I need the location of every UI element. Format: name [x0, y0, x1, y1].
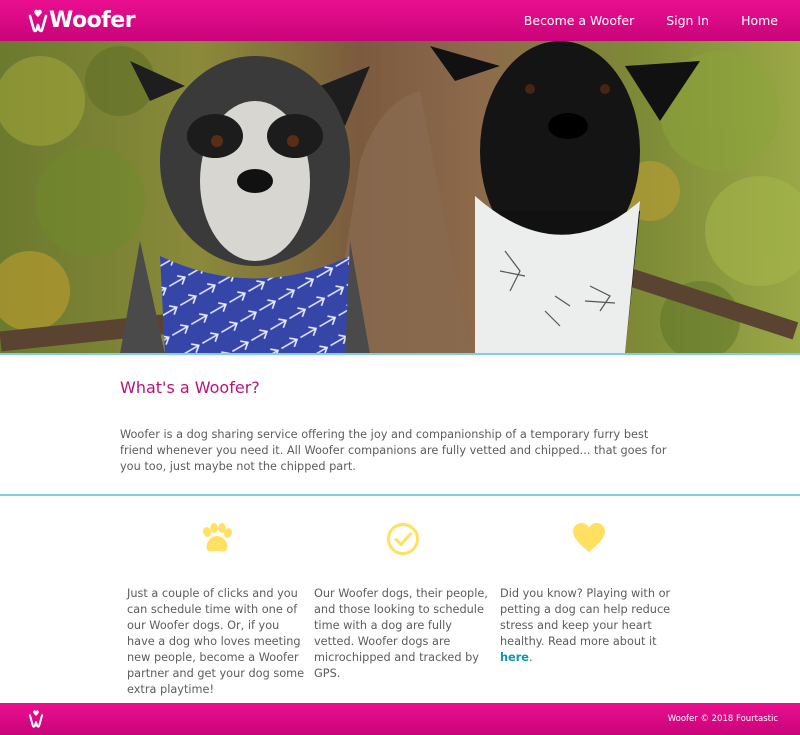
read-more-link[interactable]: here	[500, 651, 529, 664]
feature-schedule-text: Just a couple of clicks and you can sche…	[127, 587, 305, 696]
about-text: Woofer is a dog sharing service offering…	[120, 428, 667, 473]
check-circle-icon	[387, 523, 419, 555]
about-section: What's a Woofer? Woofer is a dog sharing…	[120, 378, 680, 475]
paw-icon	[203, 523, 232, 552]
woofer-logo-icon	[28, 9, 48, 32]
heart-icon	[573, 523, 605, 552]
nav-sign-in[interactable]: Sign In	[666, 13, 709, 28]
woofer-logo-icon[interactable]	[26, 709, 46, 729]
feature-health: Did you know? Playing with or petting a …	[500, 522, 678, 666]
site-footer: Woofer © 2018 Fourtastic	[0, 703, 800, 735]
brand-name: Woofer	[49, 8, 136, 33]
hero-image	[0, 41, 800, 354]
site-header: Woofer Become a Woofer Sign In Home	[0, 0, 800, 41]
feature-vetted: Our Woofer dogs, their people, and those…	[314, 522, 492, 682]
nav-become-a-woofer[interactable]: Become a Woofer	[524, 13, 634, 28]
hero-divider	[0, 353, 800, 355]
brand-logo[interactable]: Woofer	[26, 8, 136, 34]
about-title: What's a Woofer?	[120, 378, 260, 397]
nav-home[interactable]: Home	[741, 13, 778, 28]
copyright-text: Woofer © 2018 Fourtastic	[667, 714, 778, 724]
section-divider	[0, 494, 800, 496]
feature-health-text: Did you know? Playing with or petting a …	[500, 587, 671, 664]
main-nav: Become a Woofer Sign In Home	[492, 13, 778, 28]
feature-vetted-text: Our Woofer dogs, their people, and those…	[314, 587, 488, 680]
feature-schedule: Just a couple of clicks and you can sche…	[127, 522, 305, 698]
